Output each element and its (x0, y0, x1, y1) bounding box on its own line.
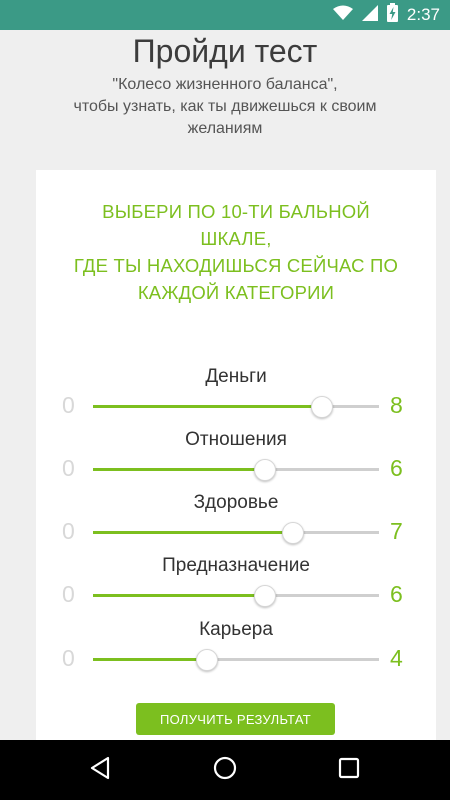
status-time: 2:37 (406, 5, 440, 24)
slider-min-label: 0 (62, 645, 75, 671)
category-label: Деньги (205, 366, 267, 387)
slider-fill (93, 594, 265, 597)
back-icon (89, 756, 111, 785)
test-card: ВЫБЕРИ ПО 10-ТИ БАЛЬНОЙ ШКАЛЕ, ГДЕ ТЫ НА… (36, 170, 436, 750)
wifi-icon (332, 5, 353, 26)
slider-min-label: 0 (62, 455, 75, 481)
slider-min-label: 0 (62, 581, 75, 607)
slider-thumb[interactable] (253, 585, 276, 607)
slider-track[interactable] (93, 396, 379, 418)
subtitle-line: чтобы узнать, как ты движешься к своим (73, 98, 377, 115)
slider-track[interactable] (93, 459, 379, 481)
slider-fill (93, 468, 265, 471)
heading-line: ВЫБЕРИ ПО 10-ТИ БАЛЬНОЙ (102, 201, 370, 222)
slider-value: 4 (390, 645, 403, 671)
status-bar: 2:37 (0, 0, 450, 30)
page-title: Пройди тест (132, 33, 318, 69)
category-label: Отношения (185, 429, 287, 450)
slider-value: 7 (390, 518, 403, 544)
heading-line: КАЖДОЙ КАТЕГОРИИ (137, 282, 335, 303)
slider-min-label: 0 (62, 518, 75, 544)
category-row-health: Здоровье 0 7 (36, 491, 436, 547)
page-subtitle: "Колесо жизненного баланса", чтобы узнат… (40, 74, 410, 140)
slider-fill (93, 531, 294, 534)
slider-track[interactable] (93, 649, 379, 671)
recents-button[interactable] (329, 750, 369, 790)
heading-line: ГДЕ ТЫ НАХОДИШЬСЯ СЕЙЧАС ПО (73, 255, 399, 276)
category-row-career: Карьера 0 4 (36, 618, 436, 674)
category-row-purpose: Предназначение 0 6 (36, 554, 436, 610)
home-button[interactable] (205, 750, 245, 790)
slider-min-label: 0 (62, 392, 75, 418)
slider-thumb[interactable] (196, 649, 219, 671)
slider-value: 6 (390, 455, 403, 481)
home-icon (213, 756, 237, 785)
slider-thumb[interactable] (282, 522, 305, 544)
battery-charging-icon (386, 3, 398, 27)
slider-thumb[interactable] (310, 396, 333, 418)
navigation-bar (0, 740, 450, 800)
slider-fill (93, 405, 322, 408)
slider-track[interactable] (93, 522, 379, 544)
recents-icon (338, 757, 360, 784)
get-result-button[interactable]: ПОЛУЧИТЬ РЕЗУЛЬТАТ (136, 703, 335, 735)
category-label: Карьера (199, 619, 273, 640)
back-button[interactable] (80, 750, 120, 790)
subtitle-line: желаниям (187, 120, 263, 137)
slider-thumb[interactable] (253, 459, 276, 481)
category-label: Здоровье (193, 492, 279, 513)
slider-value: 8 (390, 392, 403, 418)
subtitle-line: "Колесо жизненного баланса", (112, 76, 338, 93)
slider-value: 6 (390, 581, 403, 607)
signal-icon (361, 4, 378, 26)
status-icons: 2:37 (332, 0, 440, 30)
category-label: Предназначение (162, 555, 310, 576)
category-row-money: Деньги 0 8 (36, 365, 436, 421)
slider-fill (93, 658, 208, 661)
slider-track[interactable] (93, 585, 379, 607)
heading-line: ШКАЛЕ, (200, 228, 272, 249)
category-row-relationships: Отношения 0 6 (36, 428, 436, 484)
card-heading: ВЫБЕРИ ПО 10-ТИ БАЛЬНОЙ ШКАЛЕ, ГДЕ ТЫ НА… (56, 198, 416, 306)
